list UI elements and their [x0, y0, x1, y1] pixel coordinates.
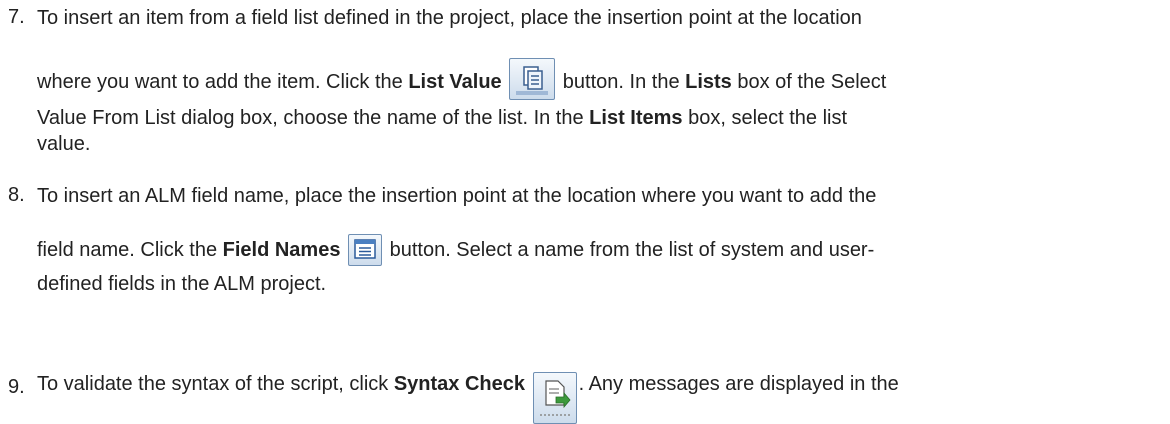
- field-names-label: Field Names: [222, 239, 341, 261]
- list-value-label: List Value: [408, 71, 502, 93]
- step-8-line-2: field name. Click the Field Names button…: [37, 228, 874, 272]
- step-number: 8.: [8, 184, 25, 206]
- syntax-check-label: Syntax Check: [393, 373, 525, 395]
- step-7-line-3: Value From List dialog box, choose the n…: [37, 107, 848, 129]
- step-7-line-2: where you want to add the item. Click th…: [37, 58, 886, 106]
- step-8-line-1: To insert an ALM field name, place the i…: [37, 185, 877, 207]
- step-7-line-4: value.: [37, 133, 91, 155]
- step-9-line-1: To validate the syntax of the script, cl…: [37, 344, 899, 424]
- list-value-icon: [509, 58, 556, 100]
- step-number: 9.: [8, 376, 25, 398]
- step-8-line-3: defined fields in the ALM project.: [37, 273, 327, 295]
- field-names-icon: [348, 234, 383, 266]
- step-number: 7.: [8, 6, 25, 28]
- syntax-check-icon: [532, 372, 577, 424]
- step-7-line-1: To insert an item from a field list defi…: [37, 7, 862, 29]
